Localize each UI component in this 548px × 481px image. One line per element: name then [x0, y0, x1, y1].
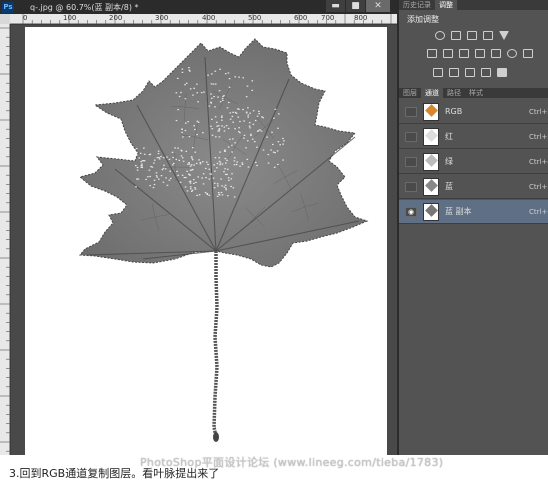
layers-panel-tabs: 图层 通道 路径 样式 [399, 88, 548, 98]
document-title-bar[interactable]: Ps q-.jpg @ 60.7%(蓝 副本/8) * ▬ ■ ✕ [0, 0, 397, 14]
color-lookup-icon[interactable] [523, 49, 533, 58]
channel-shortcut: Ctrl+3 [529, 132, 548, 141]
channel-shortcut: Ctrl+5 [529, 182, 548, 191]
visibility-eye-icon[interactable] [405, 181, 417, 192]
invert-icon[interactable] [433, 68, 443, 77]
document-title: q-.jpg @ 60.7%(蓝 副本/8) * [30, 2, 139, 12]
leaf-thumbnail-icon [425, 153, 438, 167]
gradient-map-triangle-icon[interactable] [499, 31, 509, 40]
horizontal-ruler[interactable]: 0 100 200 300 400 500 600 700 800 [10, 14, 397, 24]
channel-row[interactable]: 蓝 Ctrl+5 [399, 175, 548, 199]
photoshop-app-icon: Ps [2, 1, 14, 13]
curves-icon[interactable] [467, 31, 477, 40]
channel-thumbnail [423, 177, 439, 196]
image-canvas[interactable] [25, 27, 387, 455]
ruler-origin[interactable] [0, 14, 10, 24]
adjustment-icons-row-2 [427, 49, 539, 58]
channels-panel: 图层 通道 路径 样式 RGB Ctrl+2 红 Ctrl+3 绿 Ctrl+4 蓝 Ctrl… [399, 88, 548, 455]
ruler-tick-label: 200 [109, 14, 123, 22]
leaf-thumbnail-icon [425, 178, 438, 192]
channel-thumbnail [423, 202, 439, 221]
visibility-eye-icon[interactable]: ◉ [405, 206, 417, 217]
minimize-button[interactable]: ▬ [326, 0, 345, 12]
exposure-icon[interactable] [483, 31, 493, 40]
vibrance-icon[interactable] [427, 49, 437, 58]
brightness-contrast-icon[interactable] [435, 31, 445, 40]
leaf-thumbnail-icon [425, 203, 438, 217]
channel-name: RGB [445, 107, 463, 116]
photo-filter-icon[interactable] [491, 49, 501, 58]
channel-row[interactable]: 红 Ctrl+3 [399, 125, 548, 149]
tab-history[interactable]: 历史记录 [399, 0, 435, 10]
ruler-tick-label: 800 [354, 14, 368, 22]
channel-shortcut: Ctrl+2 [529, 107, 548, 116]
gradient-map-icon[interactable] [481, 68, 491, 77]
maple-leaf-image [78, 38, 369, 442]
ruler-tick-label: 300 [155, 14, 169, 22]
ruler-tick-label: 700 [321, 14, 335, 22]
channel-row[interactable]: 绿 Ctrl+4 [399, 150, 548, 174]
color-balance-icon[interactable] [459, 49, 469, 58]
adjustments-panel-tabs: 历史记录 调整 [399, 0, 548, 10]
ruler-tick-label: 500 [248, 14, 262, 22]
ruler-tick-label: 600 [294, 14, 308, 22]
visibility-eye-icon[interactable] [405, 106, 417, 117]
tab-channels[interactable]: 通道 [421, 88, 443, 98]
ruler-tick-label: 0 [23, 14, 28, 22]
adjustment-icons-row-1 [435, 31, 515, 40]
document-window: Ps q-.jpg @ 60.7%(蓝 副本/8) * ▬ ■ ✕ 0 100 … [0, 0, 397, 455]
visibility-eye-icon[interactable] [405, 156, 417, 167]
adjustment-icons-row-3 [433, 68, 513, 77]
tab-layers[interactable]: 图层 [399, 88, 421, 98]
visibility-eye-icon[interactable] [405, 131, 417, 142]
ruler-tick-label: 100 [63, 14, 77, 22]
threshold-icon[interactable] [465, 68, 475, 77]
maximize-button[interactable]: ■ [346, 0, 365, 12]
black-white-icon[interactable] [475, 49, 485, 58]
tutorial-caption: 3.回到RGB通道复制图层。看叶脉提出来了 [9, 467, 220, 480]
right-panel-dock: 历史记录 调整 添加调整 图层 通道 路径 样式 RGB Ctrl+ 红 Ctr… [397, 0, 548, 455]
leaf-thumbnail-icon [425, 103, 438, 117]
photoshop-screen: Ps q-.jpg @ 60.7%(蓝 副本/8) * ▬ ■ ✕ 0 100 … [0, 0, 548, 455]
ruler-ticks [0, 27, 10, 452]
channel-name: 蓝 [445, 182, 453, 191]
close-button[interactable]: ✕ [366, 0, 390, 12]
channel-mixer-icon[interactable] [507, 49, 517, 58]
channel-thumbnail [423, 102, 439, 121]
channel-row[interactable]: ◉ 蓝 副本 Ctrl+6 [399, 200, 548, 224]
channel-name: 红 [445, 132, 453, 141]
hue-saturation-icon[interactable] [443, 49, 453, 58]
channel-shortcut: Ctrl+4 [529, 157, 548, 166]
channel-shortcut: Ctrl+6 [529, 207, 548, 216]
canvas-workspace[interactable] [11, 25, 397, 455]
channel-name: 绿 [445, 157, 453, 166]
tab-paths[interactable]: 路径 [443, 88, 465, 98]
adjustments-title: 添加调整 [407, 15, 439, 24]
posterize-icon[interactable] [449, 68, 459, 77]
channel-row[interactable]: RGB Ctrl+2 [399, 100, 548, 124]
ruler-tick-label: 400 [202, 14, 216, 22]
tab-adjustments[interactable]: 调整 [435, 0, 457, 10]
channel-thumbnail [423, 152, 439, 171]
channel-thumbnail [423, 127, 439, 146]
vertical-ruler[interactable] [0, 24, 10, 455]
selective-color-icon[interactable] [497, 68, 507, 77]
levels-icon[interactable] [451, 31, 461, 40]
channel-name: 蓝 副本 [445, 207, 472, 216]
tab-styles[interactable]: 样式 [465, 88, 487, 98]
leaf-thumbnail-icon [425, 128, 438, 142]
